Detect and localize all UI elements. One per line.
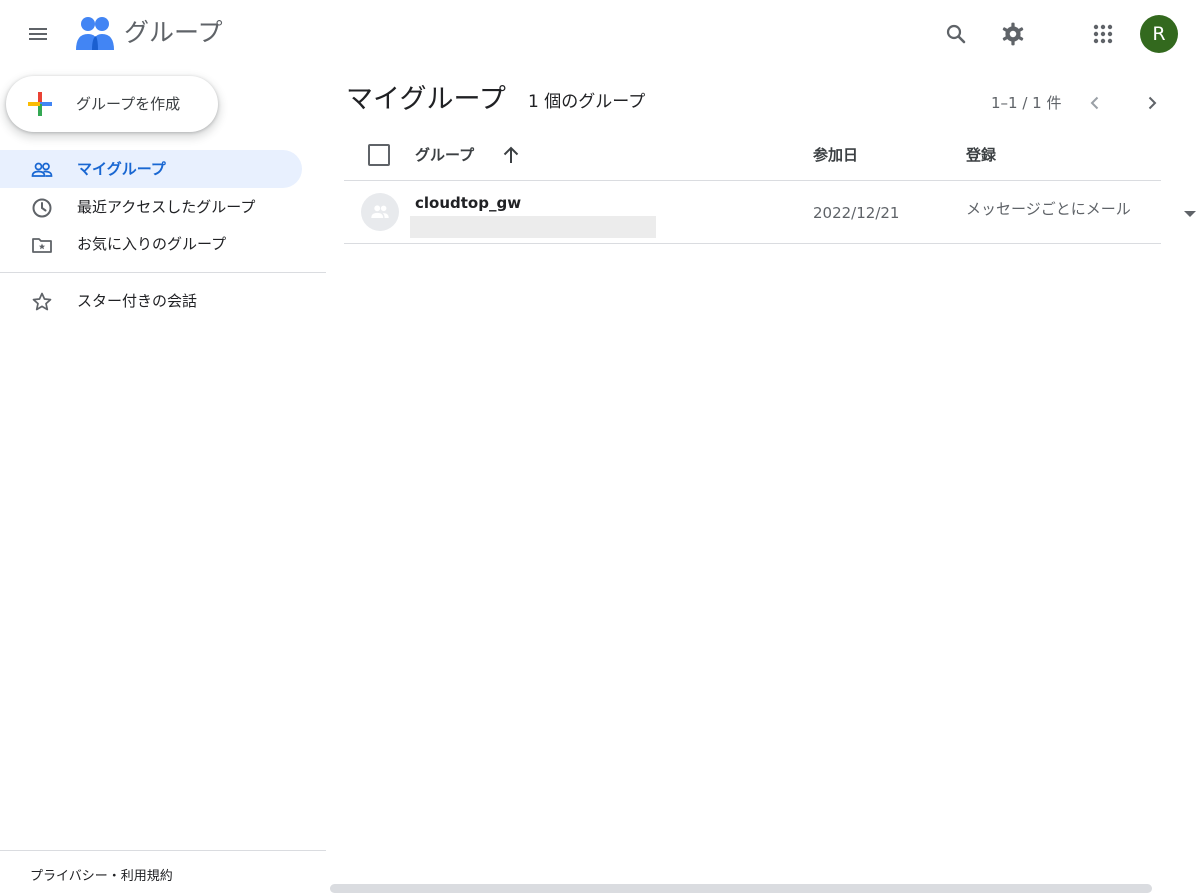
- group-count: 1 個のグループ: [528, 92, 646, 112]
- apps-button[interactable]: [1083, 14, 1123, 54]
- sidebar-item-recent-groups[interactable]: 最近アクセスしたグループ: [0, 188, 302, 226]
- sidebar-item-my-groups[interactable]: マイグループ: [0, 150, 302, 188]
- select-all-checkbox[interactable]: [368, 144, 390, 166]
- table-row[interactable]: cloudtop_gw 2022/12/21 メッセージごとにメール: [344, 181, 1196, 243]
- sidebar-footer-divider: [0, 850, 326, 851]
- table-row-divider: [344, 243, 1161, 244]
- search-icon: [946, 24, 966, 44]
- settings-button[interactable]: [993, 14, 1033, 54]
- sort-button[interactable]: [498, 142, 524, 168]
- previous-page-button[interactable]: [1080, 88, 1110, 118]
- sidebar-item-favorite-groups[interactable]: お気に入りのグループ: [0, 225, 302, 263]
- chevron-left-icon: [1090, 96, 1099, 110]
- clock-icon: [30, 196, 54, 220]
- sidebar-item-starred-conversations[interactable]: スター付きの会話: [0, 282, 302, 320]
- joined-date: 2022/12/21: [813, 204, 900, 222]
- gear-icon: [1002, 22, 1024, 46]
- group-email-redacted: [410, 216, 656, 238]
- search-button[interactable]: [936, 14, 976, 54]
- subscription-dropdown[interactable]: [1179, 205, 1200, 223]
- subscription-setting[interactable]: メッセージごとにメール: [966, 199, 1150, 219]
- arrow-up-icon: [503, 146, 519, 163]
- chevron-right-icon: [1148, 96, 1157, 110]
- main-menu-button[interactable]: [18, 14, 58, 54]
- sidebar: グループを作成 マイグループ 最近アクセスしたグループ お気に入りのグループ ス…: [0, 68, 326, 896]
- sidebar-item-label: 最近アクセスしたグループ: [77, 198, 256, 216]
- app-title: グループ: [124, 18, 223, 47]
- account-avatar[interactable]: R: [1140, 15, 1178, 53]
- column-header-joined[interactable]: 参加日: [813, 144, 858, 166]
- create-group-label: グループを作成: [76, 95, 181, 113]
- next-page-button[interactable]: [1137, 88, 1167, 118]
- hamburger-menu-icon: [29, 28, 47, 40]
- plus-icon: [28, 92, 52, 116]
- sidebar-item-label: マイグループ: [77, 160, 166, 178]
- privacy-terms-link[interactable]: プライバシー・利用規約: [30, 865, 173, 884]
- page-title: マイグループ: [346, 84, 506, 115]
- people-icon: [30, 158, 54, 182]
- caret-down-icon: [1184, 211, 1196, 217]
- star-icon: [30, 290, 54, 314]
- group-avatar: [361, 193, 399, 231]
- sidebar-divider: [0, 272, 326, 273]
- sidebar-item-label: スター付きの会話: [77, 292, 198, 310]
- apps-grid-icon: [1093, 24, 1113, 44]
- group-name[interactable]: cloudtop_gw: [415, 193, 521, 213]
- column-header-subscription[interactable]: 登録: [966, 144, 996, 166]
- sidebar-item-label: お気に入りのグループ: [77, 235, 227, 253]
- horizontal-scrollbar[interactable]: [330, 884, 1152, 893]
- main-content: マイグループ 1 個のグループ 1–1 / 1 件 グループ 参加日 登録 cl…: [326, 68, 1200, 896]
- create-group-button[interactable]: グループを作成: [6, 76, 218, 132]
- group-people-icon: [371, 205, 389, 218]
- pagination-text: 1–1 / 1 件: [991, 94, 1062, 112]
- groups-logo-icon[interactable]: [74, 16, 116, 52]
- top-app-bar: グループ R: [0, 0, 1200, 68]
- folder-star-icon: [30, 233, 54, 257]
- column-header-group[interactable]: グループ: [415, 144, 474, 166]
